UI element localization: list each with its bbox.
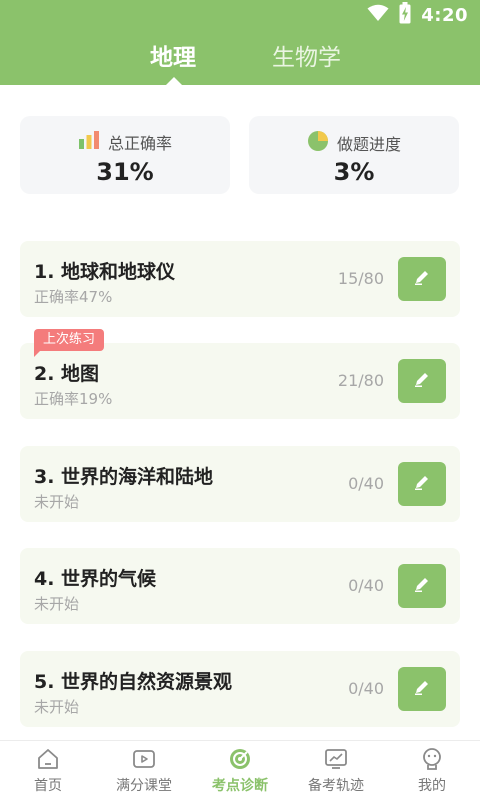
pencil-icon [413,678,431,700]
active-tab-indicator [166,77,182,85]
nav-diagnosis-label: 考点诊断 [212,778,268,794]
chapter-progress: 0/40 [348,679,384,698]
target-icon [228,747,252,771]
chapter-progress: 0/40 [348,576,384,595]
pencil-icon [413,268,431,290]
battery-charging-icon [399,2,411,28]
practice-button[interactable] [398,667,446,711]
progress-stat-card: 做题进度 3% [249,116,459,194]
chapter-title: 1. 地球和地球仪 [34,261,176,283]
pencil-icon [413,575,431,597]
last-practice-badge: 上次练习 [34,329,105,351]
home-icon [36,747,60,771]
subject-tab-bar: 地理 生物学 [0,30,480,85]
pie-chart-icon [307,130,329,156]
accuracy-value: 31% [96,158,154,186]
chapter-progress: 0/40 [348,474,384,493]
status-bar: 4:20 [0,0,480,30]
nav-home-label: 首页 [34,778,62,794]
practice-button[interactable] [398,564,446,608]
nav-classroom[interactable]: 满分课堂 [96,741,192,801]
bar-chart-icon [78,131,100,153]
chapter-title: 2. 地图 [34,363,100,385]
chapter-item-2[interactable]: 2. 地图 正确率19% 21/80 [20,343,460,419]
progress-value: 3% [333,158,375,186]
wifi-icon [367,4,389,26]
chapter-subtitle: 未开始 [34,493,80,511]
chapter-subtitle: 未开始 [34,595,80,613]
bottom-navigation: 首页 满分课堂 考点诊断 备考轨迹 我的 [0,740,480,801]
nav-profile[interactable]: 我的 [384,741,480,801]
chapter-progress: 21/80 [337,371,384,390]
chapter-title: 3. 世界的海洋和陆地 [34,466,214,488]
chapter-item-4[interactable]: 4. 世界的气候 未开始 0/40 [20,548,460,624]
pencil-icon [413,370,431,392]
practice-button[interactable] [398,359,446,403]
chapter-item-3[interactable]: 3. 世界的海洋和陆地 未开始 0/40 [20,446,460,522]
nav-diagnosis[interactable]: 考点诊断 [192,741,288,801]
tab-geography[interactable]: 地理 [150,38,196,72]
chapter-title: 4. 世界的气候 [34,568,157,590]
chapter-item-5[interactable]: 5. 世界的自然资源景观 未开始 0/40 [20,651,460,727]
status-indicators: 4:20 [367,2,468,28]
accuracy-label: 总正确率 [107,134,172,153]
tab-biology[interactable]: 生物学 [272,38,341,72]
chapter-title: 5. 世界的自然资源景观 [34,671,233,693]
progress-label: 做题进度 [336,135,401,154]
nav-classroom-label: 满分课堂 [116,778,172,794]
badge-tail [34,351,40,357]
status-time: 4:20 [421,4,468,26]
nav-track[interactable]: 备考轨迹 [288,741,384,801]
practice-button[interactable] [398,257,446,301]
chapter-subtitle: 正确率19% [34,390,113,408]
practice-button[interactable] [398,462,446,506]
chapter-progress: 15/80 [337,269,384,288]
nav-home[interactable]: 首页 [0,741,96,801]
profile-icon [420,747,444,771]
video-icon [132,747,156,771]
trend-icon [324,747,348,771]
chapter-subtitle: 正确率47% [34,288,113,306]
chapter-subtitle: 未开始 [34,698,80,716]
nav-track-label: 备考轨迹 [308,778,364,794]
accuracy-stat-card: 总正确率 31% [20,116,230,194]
chapter-item-1[interactable]: 1. 地球和地球仪 正确率47% 15/80 [20,241,460,317]
pencil-icon [413,473,431,495]
nav-profile-label: 我的 [418,778,446,794]
